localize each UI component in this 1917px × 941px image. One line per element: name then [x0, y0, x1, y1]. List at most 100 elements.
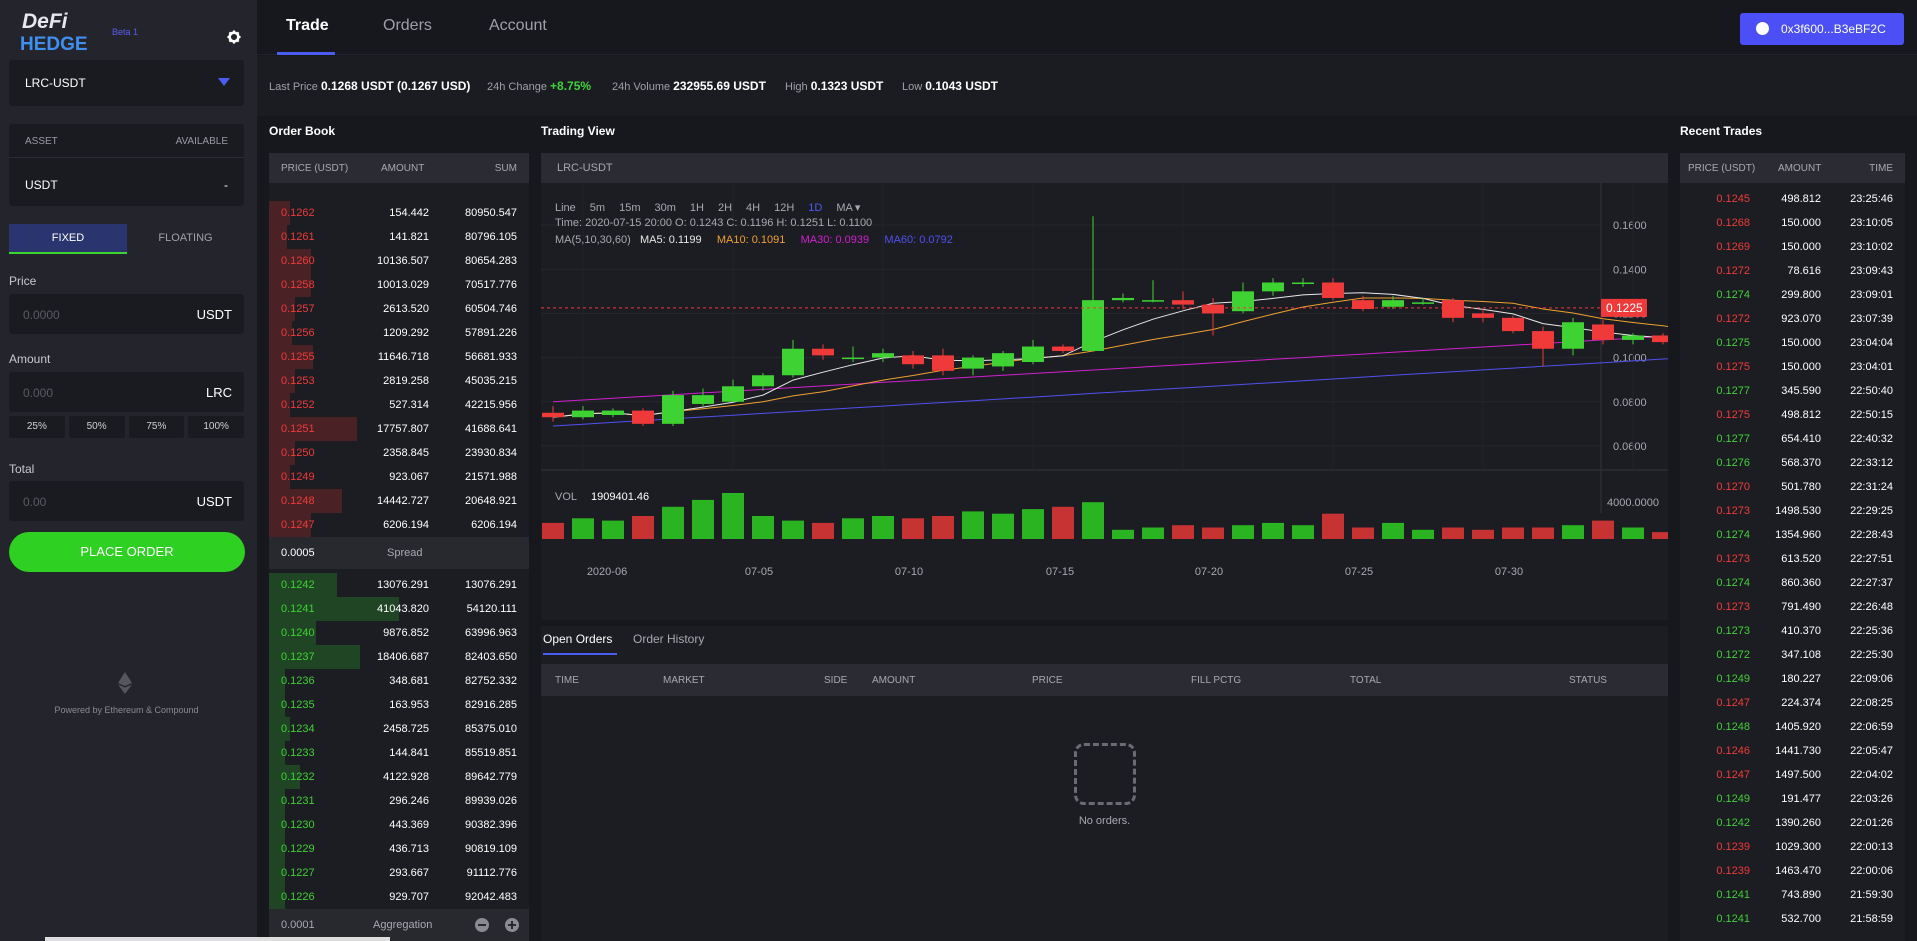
- row-sum: 6206.194: [471, 519, 517, 531]
- ask-row[interactable]: 0.1256 1209.292 57891.226: [269, 321, 529, 345]
- interval-4h[interactable]: 4H: [746, 202, 760, 214]
- interval-1d[interactable]: 1D: [808, 202, 822, 214]
- row-price: 0.1247: [281, 519, 315, 531]
- ask-row[interactable]: 0.1262 154.442 80950.547: [269, 201, 529, 225]
- nav-account[interactable]: Account: [489, 17, 547, 35]
- nav-trade[interactable]: Trade: [286, 17, 329, 35]
- bid-row[interactable]: 0.1234 2458.725 85375.010: [269, 717, 529, 741]
- bid-row[interactable]: 0.1232 4122.928 89642.779: [269, 765, 529, 789]
- trade-row: 0.1274 299.800 23:09:01: [1680, 283, 1905, 307]
- ask-row[interactable]: 0.1251 17757.807 41688.641: [269, 417, 529, 441]
- row-price: 0.1235: [281, 699, 315, 711]
- wallet-button[interactable]: 0x3f600...B3eBF2C: [1740, 13, 1904, 45]
- bid-row[interactable]: 0.1242 13076.291 13076.291: [269, 573, 529, 597]
- interval-2h[interactable]: 2H: [718, 202, 732, 214]
- candlestick-chart[interactable]: 0.16000.14000.12000.10000.08000.06000.12…: [541, 183, 1668, 620]
- bid-row[interactable]: 0.1233 144.841 85519.851: [269, 741, 529, 765]
- row-sum: 41688.641: [465, 423, 517, 435]
- bid-row[interactable]: 0.1240 9876.852 63996.963: [269, 621, 529, 645]
- pct-75-button[interactable]: 75%: [128, 416, 185, 438]
- ask-row[interactable]: 0.1252 527.314 42215.956: [269, 393, 529, 417]
- bid-row[interactable]: 0.1227 293.667 91112.776: [269, 861, 529, 885]
- volume-value: 232955.69 USDT: [673, 79, 766, 93]
- ma-legend: MA(5,10,30,60) MA5: 0.1199 MA10: 0.1091 …: [555, 234, 953, 246]
- empty-state-icon: [1074, 743, 1136, 805]
- bid-row[interactable]: 0.1229 436.713 90819.109: [269, 837, 529, 861]
- bid-row[interactable]: 0.1235 163.953 82916.285: [269, 693, 529, 717]
- volume-bar: [1292, 525, 1314, 539]
- interval-1h[interactable]: 1H: [690, 202, 704, 214]
- bid-row[interactable]: 0.1241 41043.820 54120.111: [269, 597, 529, 621]
- amount-unit: LRC: [205, 385, 232, 400]
- tab-order-history[interactable]: Order History: [633, 632, 704, 646]
- volume-bar: [752, 516, 774, 539]
- interval-5m[interactable]: 5m: [590, 202, 605, 214]
- ask-row[interactable]: 0.1247 6206.194 6206.194: [269, 513, 529, 537]
- candle-up: [662, 395, 684, 424]
- gear-icon[interactable]: [227, 30, 241, 44]
- ask-row[interactable]: 0.1250 2358.845 23930.834: [269, 441, 529, 465]
- ask-row[interactable]: 0.1249 923.067 21571.988: [269, 465, 529, 489]
- col-time: TIME: [555, 675, 579, 686]
- ask-row[interactable]: 0.1253 2819.258 45035.215: [269, 369, 529, 393]
- row-sum: 82403.650: [465, 651, 517, 663]
- row-sum: 80654.283: [465, 255, 517, 267]
- trade-price: 0.1274: [1716, 529, 1750, 541]
- row-price: 0.1255: [281, 351, 315, 363]
- interval-line[interactable]: Line: [555, 202, 576, 214]
- candle-up: [692, 395, 714, 404]
- nav-orders[interactable]: Orders: [383, 17, 432, 35]
- pct-100-button[interactable]: 100%: [188, 416, 244, 438]
- interval-ma[interactable]: MA: [836, 202, 853, 214]
- bid-row[interactable]: 0.1230 443.369 90382.396: [269, 813, 529, 837]
- amount-input[interactable]: 0.000 LRC: [9, 372, 244, 412]
- col-fill: FILL PCTG: [1191, 675, 1242, 686]
- pct-50-button[interactable]: 50%: [68, 416, 125, 438]
- ask-row[interactable]: 0.1257 2613.520 60504.746: [269, 297, 529, 321]
- bid-row[interactable]: 0.1231 296.246 89939.026: [269, 789, 529, 813]
- ask-row[interactable]: 0.1260 10136.507 80654.283: [269, 249, 529, 273]
- ma60-value: MA60: 0.0792: [884, 234, 953, 246]
- volume-bar: [602, 520, 624, 539]
- interval-12h[interactable]: 12H: [774, 202, 794, 214]
- volume-bar: [1022, 509, 1044, 539]
- pct-25-button[interactable]: 25%: [9, 416, 65, 438]
- bid-row[interactable]: 0.1236 348.681 82752.332: [269, 669, 529, 693]
- trade-price: 0.1246: [1716, 745, 1750, 757]
- price-input[interactable]: 0.0000 USDT: [9, 294, 244, 334]
- tab-fixed[interactable]: FIXED: [9, 224, 127, 254]
- trade-amount: 1029.300: [1775, 841, 1821, 853]
- aggregation-value: 0.0001: [281, 919, 315, 931]
- row-price: 0.1242: [281, 579, 315, 591]
- interval-30m[interactable]: 30m: [654, 202, 675, 214]
- tab-floating[interactable]: FLOATING: [127, 224, 244, 254]
- total-input[interactable]: 0.00 USDT: [9, 481, 244, 521]
- place-order-button[interactable]: PLACE ORDER: [9, 532, 245, 572]
- trade-time: 22:00:06: [1850, 865, 1893, 877]
- trade-row: 0.1249 191.477 22:03:26: [1680, 787, 1905, 811]
- ask-row[interactable]: 0.1255 11646.718 56681.933: [269, 345, 529, 369]
- bid-row[interactable]: 0.1226 929.707 92042.483: [269, 885, 529, 909]
- row-amount: 527.314: [389, 399, 429, 411]
- trade-row: 0.1249 180.227 22:09:06: [1680, 667, 1905, 691]
- interval-15m[interactable]: 15m: [619, 202, 640, 214]
- row-price: 0.1237: [281, 651, 315, 663]
- row-sum: 13076.291: [465, 579, 517, 591]
- bid-row[interactable]: 0.1237 18406.687 82403.650: [269, 645, 529, 669]
- ticker-change: 24h Change +8.75%: [487, 79, 591, 93]
- row-price: 0.1240: [281, 627, 315, 639]
- pair-select[interactable]: LRC-USDT: [9, 60, 244, 106]
- minus-icon[interactable]: [475, 918, 489, 932]
- col-market: MARKET: [663, 675, 705, 686]
- ask-row[interactable]: 0.1261 141.821 80796.105: [269, 225, 529, 249]
- tab-open-orders[interactable]: Open Orders: [543, 632, 612, 646]
- plus-icon[interactable]: [505, 918, 519, 932]
- ask-row[interactable]: 0.1258 10013.029 70517.776: [269, 273, 529, 297]
- horizontal-scrollbar[interactable]: [45, 937, 390, 941]
- volume-bar: [1532, 527, 1554, 539]
- ask-row[interactable]: 0.1248 14442.727 20648.921: [269, 489, 529, 513]
- candle-down: [902, 355, 924, 365]
- row-amount: 17757.807: [377, 423, 429, 435]
- trade-row: 0.1242 1390.260 22:01:26: [1680, 811, 1905, 835]
- trade-price: 0.1241: [1716, 913, 1750, 925]
